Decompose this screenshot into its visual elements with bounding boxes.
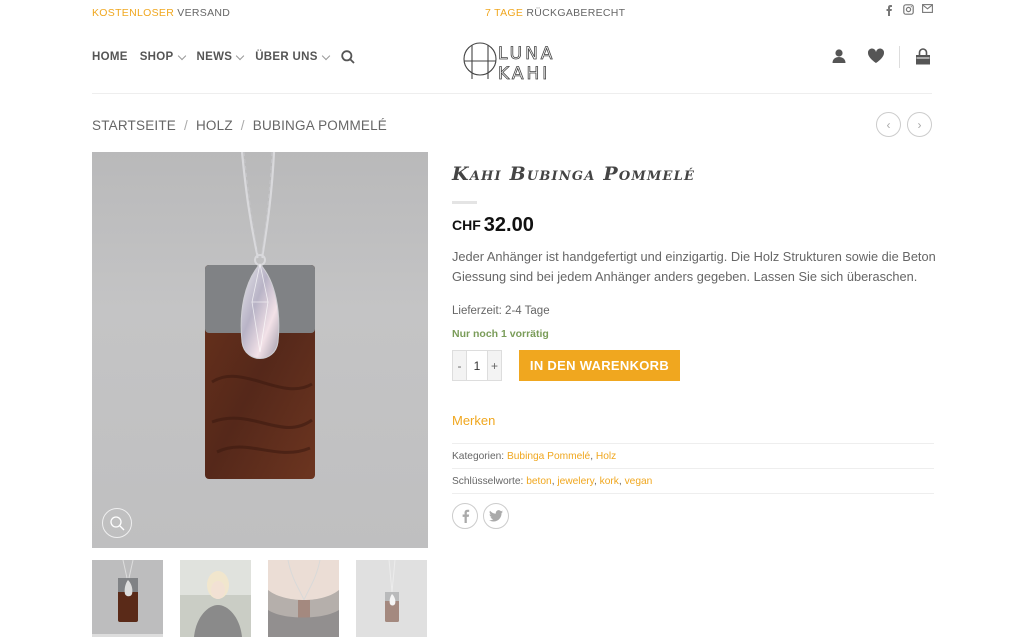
- return-highlight: 7 TAGE: [485, 7, 524, 19]
- chevron-down-icon: [321, 51, 330, 60]
- pendant-illustration: [205, 152, 315, 479]
- next-product-button[interactable]: ›: [907, 112, 932, 137]
- nav-item-shop[interactable]: SHOP: [139, 51, 186, 63]
- nav-label: SHOP: [139, 51, 174, 63]
- nav-item-ueber-uns[interactable]: ÜBER UNS: [255, 51, 330, 63]
- title-divider: [452, 201, 477, 204]
- breadcrumb-separator: /: [240, 118, 245, 133]
- product-description: Jeder Anhänger ist handgefertigt und ein…: [452, 249, 936, 284]
- breadcrumb: STARTSEITE / HOLZ / BUBINGA POMMELÉ: [92, 118, 387, 133]
- thumbnail-strip: [92, 560, 427, 637]
- nav-item-news[interactable]: NEWS: [196, 51, 245, 63]
- nav-label: ÜBER UNS: [255, 51, 318, 63]
- tag-link[interactable]: vegan: [625, 476, 653, 487]
- return-notice: 7 TAGE RÜCKGABERECHT: [485, 7, 625, 19]
- thumbnail-2[interactable]: [180, 560, 251, 637]
- nav-item-home[interactable]: HOME: [92, 51, 128, 63]
- share-twitter-button[interactable]: [483, 503, 509, 529]
- prev-product-button[interactable]: ‹: [876, 112, 901, 137]
- site-logo[interactable]: LUNA KAHI: [462, 31, 564, 87]
- quantity-field[interactable]: 1: [467, 350, 487, 381]
- top-bar: KOSTENLOSER VERSAND 7 TAGE RÜCKGABERECHT: [92, 0, 933, 24]
- share-facebook-button[interactable]: [452, 503, 478, 529]
- tag-link[interactable]: beton: [526, 476, 552, 487]
- shipping-notice: KOSTENLOSER VERSAND: [92, 7, 230, 19]
- social-links: [884, 4, 933, 16]
- share-buttons: [452, 503, 509, 529]
- chevron-left-icon: ‹: [886, 117, 891, 132]
- category-link[interactable]: Holz: [596, 451, 616, 462]
- user-icon[interactable]: [831, 48, 849, 66]
- zoom-icon: [110, 516, 125, 531]
- return-text: RÜCKGABERECHT: [526, 7, 626, 19]
- product-tags: Schlüsselworte: beton, jewelery, kork, v…: [452, 468, 934, 494]
- qty-plus-button[interactable]: +: [487, 350, 502, 381]
- tag-link[interactable]: jewelery: [557, 476, 594, 487]
- header-actions: [813, 46, 932, 68]
- delivery-time: Lieferzeit: 2-4 Tage: [452, 305, 550, 317]
- thumbnail-1[interactable]: [92, 560, 163, 637]
- quantity-stepper: - 1 +: [452, 350, 502, 381]
- logo-line1: LUNA: [498, 44, 555, 64]
- shipping-text: VERSAND: [177, 7, 231, 19]
- breadcrumb-holz[interactable]: HOLZ: [196, 118, 233, 133]
- stock-status: Nur noch 1 vorrätig: [452, 328, 549, 340]
- product-title: Kahi Bubinga Pommelé: [452, 163, 696, 185]
- bag-icon[interactable]: [914, 48, 932, 66]
- product-categories: Kategorien: Bubinga Pommelé, Holz: [452, 443, 934, 468]
- chevron-down-icon: [235, 51, 245, 60]
- thumbnail-4[interactable]: [356, 560, 427, 637]
- search-icon[interactable]: [341, 50, 355, 64]
- product-main-image[interactable]: [92, 152, 428, 548]
- twitter-icon: [489, 510, 503, 522]
- logo-line2: KAHI: [498, 64, 550, 84]
- shipping-highlight: KOSTENLOSER: [92, 7, 175, 19]
- nav-label: HOME: [92, 51, 128, 63]
- header-divider: [899, 46, 900, 68]
- nav-label: NEWS: [196, 51, 233, 63]
- site-header: HOME SHOP NEWS ÜBER UNS LUNA KAHI: [92, 24, 932, 94]
- chevron-down-icon: [177, 51, 186, 60]
- tag-link[interactable]: kork: [600, 476, 619, 487]
- heart-icon[interactable]: [867, 48, 885, 66]
- thumbnail-3[interactable]: [268, 560, 339, 637]
- instagram-icon[interactable]: [903, 4, 914, 16]
- mail-icon[interactable]: [922, 4, 933, 16]
- categories-label: Kategorien:: [452, 451, 505, 462]
- facebook-icon[interactable]: [884, 4, 894, 16]
- facebook-icon: [462, 509, 469, 523]
- breadcrumb-separator: /: [184, 118, 188, 133]
- qty-minus-button[interactable]: -: [452, 350, 467, 381]
- category-link[interactable]: Bubinga Pommelé: [507, 451, 590, 462]
- tags-label: Schlüsselworte:: [452, 476, 524, 487]
- price-amount: 32.00: [483, 214, 534, 236]
- price-currency: CHF: [452, 217, 481, 233]
- wishlist-link[interactable]: Merken: [452, 413, 495, 428]
- add-to-cart-button[interactable]: IN DEN WARENKORB: [519, 350, 680, 381]
- breadcrumb-home[interactable]: STARTSEITE: [92, 118, 176, 133]
- main-nav: HOME SHOP NEWS ÜBER UNS: [92, 50, 355, 64]
- breadcrumb-current: BUBINGA POMMELÉ: [252, 118, 388, 133]
- page: KOSTENLOSER VERSAND 7 TAGE RÜCKGABERECHT…: [0, 0, 1024, 640]
- product-price: CHF 32.00: [452, 214, 534, 237]
- chevron-right-icon: ›: [917, 117, 922, 132]
- product-pager: ‹ ›: [876, 112, 932, 137]
- zoom-button[interactable]: [102, 508, 132, 538]
